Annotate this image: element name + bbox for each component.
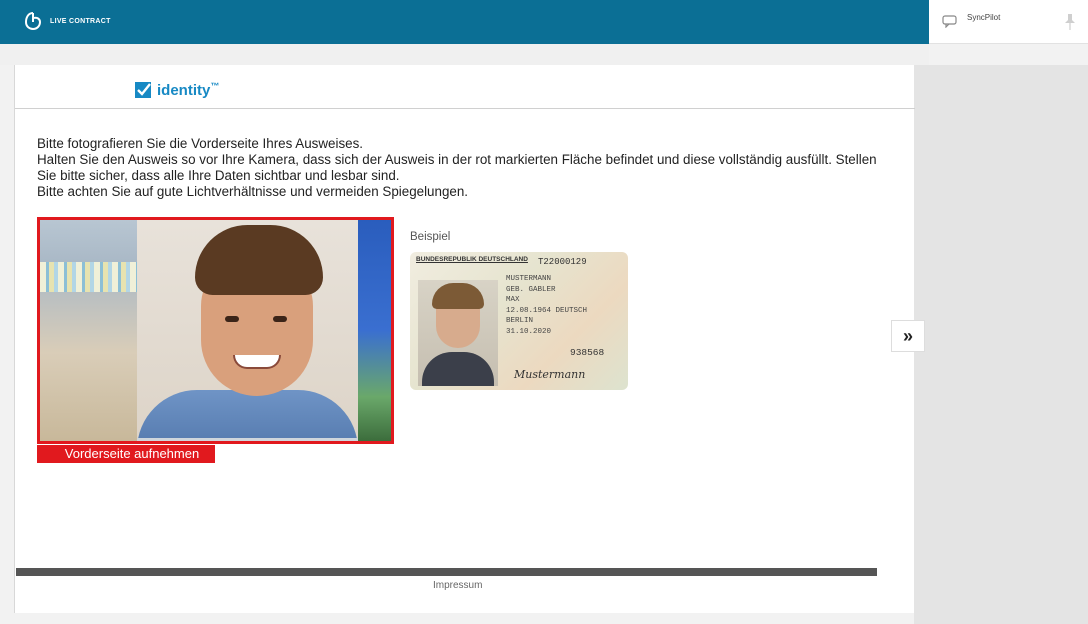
top-header-bar: LIVE CONTRACT (0, 0, 929, 44)
instruction-line-1: Bitte fotografieren Sie die Vorderseite … (37, 136, 364, 151)
footer-bar (16, 568, 877, 576)
instructions: Bitte fotografieren Sie die Vorderseite … (37, 136, 897, 200)
card-expiry: 31.10.2020 (506, 327, 552, 336)
divider (15, 108, 915, 109)
brand-name: LIVE CONTRACT (50, 17, 111, 25)
card-birth-date: 12.08.1964 DEUTSCH (506, 306, 588, 315)
card-access-number: 938568 (570, 347, 605, 358)
syncpilot-panel-header: SyncPilot (929, 0, 1088, 44)
example-id-card: BUNDESREPUBLIK DEUTSCHLAND T22000129 MUS… (410, 252, 628, 390)
identity-logo: identity™ (135, 81, 219, 99)
identity-check-icon (135, 82, 151, 98)
pin-icon[interactable] (1064, 13, 1076, 31)
card-birth-name: GEB. GABLER (506, 285, 556, 294)
chat-icon[interactable] (942, 14, 958, 28)
card-number: T22000129 (538, 257, 587, 267)
card-given-name: MAX (506, 296, 520, 304)
card-birth-place: BERLIN (506, 317, 534, 325)
instruction-line-2: Halten Sie den Ausweis so vor Ihre Kamer… (37, 152, 877, 183)
identity-logo-text: identity (157, 82, 211, 99)
example-label: Beispiel (410, 231, 451, 243)
card-header: BUNDESREPUBLIK DEUTSCHLAND (416, 256, 528, 263)
camera-preview[interactable] (37, 217, 394, 444)
capture-front-button[interactable]: Vorderseite aufnehmen (37, 445, 215, 463)
card-photo (418, 280, 498, 386)
right-sidebar (914, 65, 1088, 624)
brand[interactable]: LIVE CONTRACT (24, 11, 111, 31)
sub-header-strip (0, 44, 929, 65)
card-fields: MUSTERMANN GEB. GABLER MAX 12.08.1964 DE… (506, 274, 587, 337)
syncpilot-label: SyncPilot (967, 13, 1001, 22)
camera-photo (137, 220, 358, 438)
instruction-line-3: Bitte achten Sie auf gute Lichtverhältni… (37, 184, 469, 199)
live-contract-logo-icon (24, 12, 42, 31)
next-step-button[interactable]: » (891, 320, 925, 352)
impressum-link[interactable]: Impressum (433, 580, 482, 591)
card-surname: MUSTERMANN (506, 275, 552, 283)
card-signature: Mustermann (514, 368, 586, 381)
trademark: ™ (210, 81, 220, 91)
